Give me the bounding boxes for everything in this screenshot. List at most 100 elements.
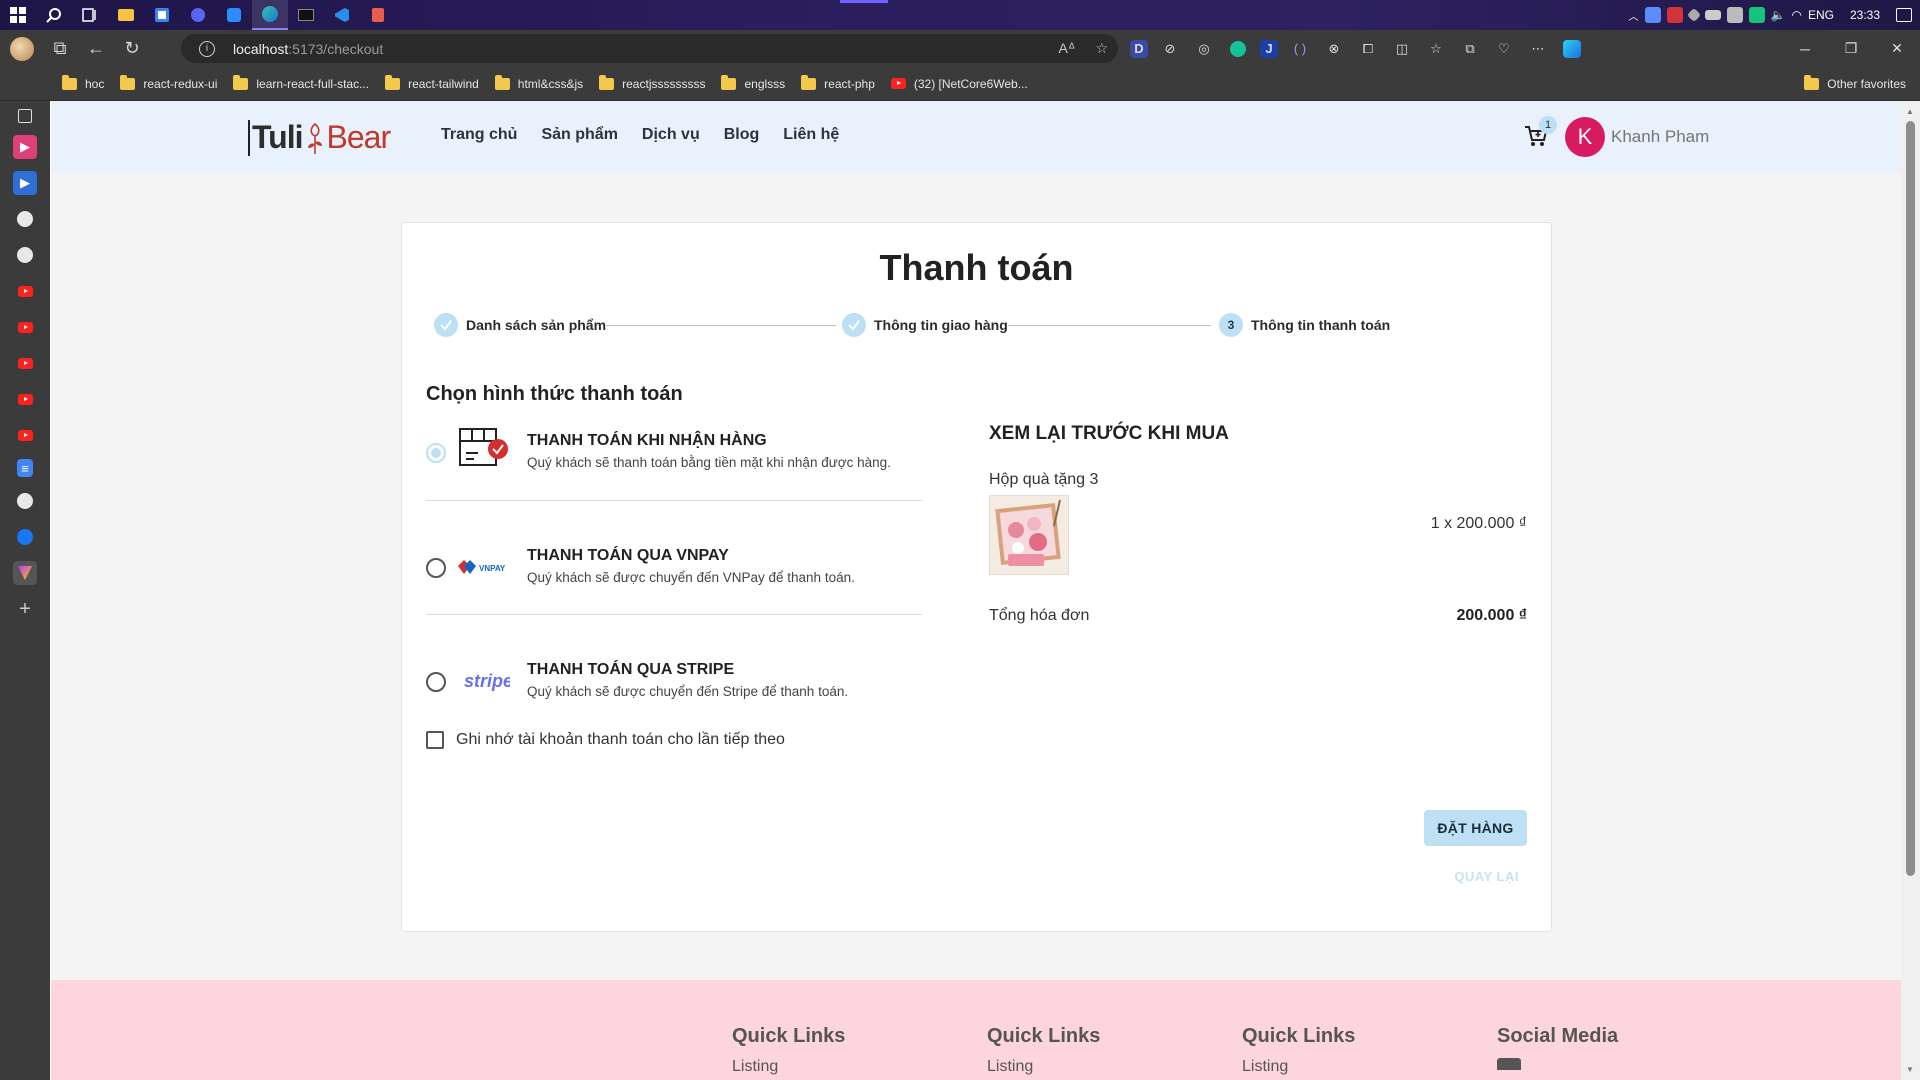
close-icon[interactable]: ✕ xyxy=(1874,30,1920,67)
radio-cod[interactable] xyxy=(426,443,446,463)
other-favorites[interactable]: Other favorites xyxy=(1804,67,1906,101)
grammarly-icon[interactable] xyxy=(1226,37,1250,61)
favorite-star-icon[interactable]: ☆ xyxy=(1095,40,1108,57)
close-circle-icon[interactable]: ⊗ xyxy=(1322,37,1346,61)
bookmark-item[interactable]: html&css&js xyxy=(494,74,583,91)
address-bar[interactable]: i localhost:5173/checkout Aᐞ ☆ xyxy=(181,34,1118,63)
wifi-icon[interactable]: ◠ xyxy=(1791,8,1801,22)
youtube-icon[interactable] xyxy=(13,315,37,339)
footer-link[interactable]: Listing xyxy=(987,1058,1100,1076)
nav-products[interactable]: Sản phẩm xyxy=(541,126,617,144)
workspaces-icon[interactable]: ⧉ xyxy=(42,30,78,67)
logo-text-tuli: Tuli xyxy=(252,119,303,155)
read-aloud-icon[interactable]: Aᐞ xyxy=(1058,40,1075,57)
chevron-up-icon[interactable]: ︿ xyxy=(1629,8,1639,23)
file-explorer-icon[interactable] xyxy=(108,0,144,30)
performance-icon[interactable]: ♡ xyxy=(1492,37,1516,61)
nav-home[interactable]: Trang chủ xyxy=(441,126,517,144)
youtube-icon[interactable] xyxy=(13,387,37,411)
vscode-icon[interactable] xyxy=(324,0,360,30)
youtube-icon[interactable] xyxy=(13,279,37,303)
radio-vnpay[interactable] xyxy=(426,558,446,578)
tray-icon[interactable] xyxy=(1644,7,1661,23)
favorites-icon[interactable]: ☆ xyxy=(1424,37,1448,61)
task-view-icon[interactable] xyxy=(72,0,108,30)
more-menu-icon[interactable]: ⋯ xyxy=(1526,37,1550,61)
nav-blog[interactable]: Blog xyxy=(724,126,760,144)
github-icon[interactable] xyxy=(13,243,37,267)
tray-icon[interactable] xyxy=(1686,7,1701,23)
page-scrollbar[interactable]: ▲ ▼ xyxy=(1901,101,1920,1080)
add-icon[interactable]: + xyxy=(13,597,37,621)
app-icon[interactable] xyxy=(180,0,216,30)
remember-checkbox[interactable] xyxy=(426,731,444,749)
facebook-icon[interactable] xyxy=(13,525,37,549)
youtube-icon[interactable] xyxy=(13,351,37,375)
bookmark-item[interactable]: reactjsssssssss xyxy=(599,74,705,91)
scrollbar-thumb[interactable] xyxy=(1906,121,1915,876)
terminal-icon[interactable] xyxy=(288,0,324,30)
youtube-icon[interactable] xyxy=(13,423,37,447)
profile-avatar[interactable] xyxy=(10,36,34,61)
restore-icon[interactable]: ❐ xyxy=(1828,30,1874,67)
app-icon[interactable]: ▶ xyxy=(13,171,37,195)
bookmark-item[interactable]: learn-react-full-stac... xyxy=(233,74,369,91)
remember-payment-option[interactable]: Ghi nhớ tài khoản thanh toán cho lần tiế… xyxy=(426,731,785,749)
radio-stripe[interactable] xyxy=(426,672,446,692)
back-arrow-icon[interactable]: ← xyxy=(78,30,114,67)
tray-icon[interactable] xyxy=(1748,7,1765,23)
bookmark-item[interactable]: react-tailwind xyxy=(385,74,479,91)
language-indicator[interactable]: ENG xyxy=(1808,8,1834,22)
notifications-icon[interactable] xyxy=(1896,8,1912,22)
back-button[interactable]: QUAY LẠI xyxy=(1454,869,1519,884)
divider xyxy=(426,614,922,615)
bookmark-item[interactable]: englsss xyxy=(721,74,785,91)
scroll-up-icon[interactable]: ▲ xyxy=(1906,107,1914,116)
nav-contact[interactable]: Liên hệ xyxy=(783,126,839,144)
compass-icon[interactable]: ⊘ xyxy=(1158,37,1182,61)
windows-start-icon[interactable] xyxy=(0,0,36,30)
brackets-icon[interactable]: ( ) xyxy=(1288,37,1312,61)
refresh-icon[interactable]: ↻ xyxy=(114,30,150,67)
tray-icon[interactable] xyxy=(1666,7,1683,23)
place-order-button[interactable]: ĐẶT HÀNG xyxy=(1424,810,1527,846)
vite-icon[interactable] xyxy=(13,561,37,585)
scroll-down-icon[interactable]: ▼ xyxy=(1906,1065,1914,1074)
bookmark-item[interactable]: hoc xyxy=(62,74,104,91)
minimize-icon[interactable]: ─ xyxy=(1782,30,1828,67)
docs-icon[interactable]: ≡ xyxy=(17,459,33,477)
tulibear-logo[interactable]: Tuli Bear xyxy=(248,116,391,156)
tray-icon[interactable] xyxy=(1704,10,1721,20)
tabs-icon[interactable] xyxy=(18,109,32,123)
extension-d-icon[interactable]: D xyxy=(1130,39,1148,58)
footer-link[interactable]: Listing xyxy=(732,1058,845,1076)
user-name[interactable]: Khanh Pham xyxy=(1611,127,1709,147)
nav-services[interactable]: Dịch vụ xyxy=(642,126,700,144)
facebook-icon[interactable] xyxy=(1497,1058,1521,1070)
volume-icon[interactable]: 🔈 xyxy=(1771,8,1786,22)
app-icon[interactable] xyxy=(216,0,252,30)
collections-icon[interactable]: ⧉ xyxy=(1458,37,1482,61)
store-icon[interactable] xyxy=(144,0,180,30)
extensions-puzzle-icon[interactable]: ⧠ xyxy=(1356,37,1380,61)
split-screen-icon[interactable]: ◫ xyxy=(1390,37,1414,61)
copilot-icon[interactable] xyxy=(1560,37,1584,61)
bookmark-item[interactable]: react-php xyxy=(801,74,875,91)
payment-option-vnpay[interactable]: VNPAY THANH TOÁN QUA VNPAY Quý khách sẽ … xyxy=(426,537,922,637)
extension-j-icon[interactable]: J xyxy=(1260,39,1278,58)
payment-option-cod[interactable]: THANH TOÁN KHI NHẬN HÀNG Quý khách sẽ th… xyxy=(426,423,922,523)
target-icon[interactable]: ◎ xyxy=(1192,37,1216,61)
app-icon[interactable]: ▶ xyxy=(13,135,37,159)
github-icon[interactable] xyxy=(13,489,37,513)
edge-browser-icon[interactable] xyxy=(252,0,288,30)
github-icon[interactable] xyxy=(13,207,37,231)
bookmark-item[interactable]: react-redux-ui xyxy=(120,74,217,91)
bookmark-item[interactable]: (32) [NetCore6Web... xyxy=(890,77,1028,91)
app-icon[interactable] xyxy=(360,0,396,30)
user-avatar[interactable]: K xyxy=(1565,117,1605,157)
tray-icon[interactable] xyxy=(1726,7,1743,23)
clock[interactable]: 23:33 xyxy=(1850,8,1880,22)
footer-link[interactable]: Listing xyxy=(1242,1058,1355,1076)
search-icon[interactable] xyxy=(36,0,72,30)
info-icon[interactable]: i xyxy=(199,40,215,57)
